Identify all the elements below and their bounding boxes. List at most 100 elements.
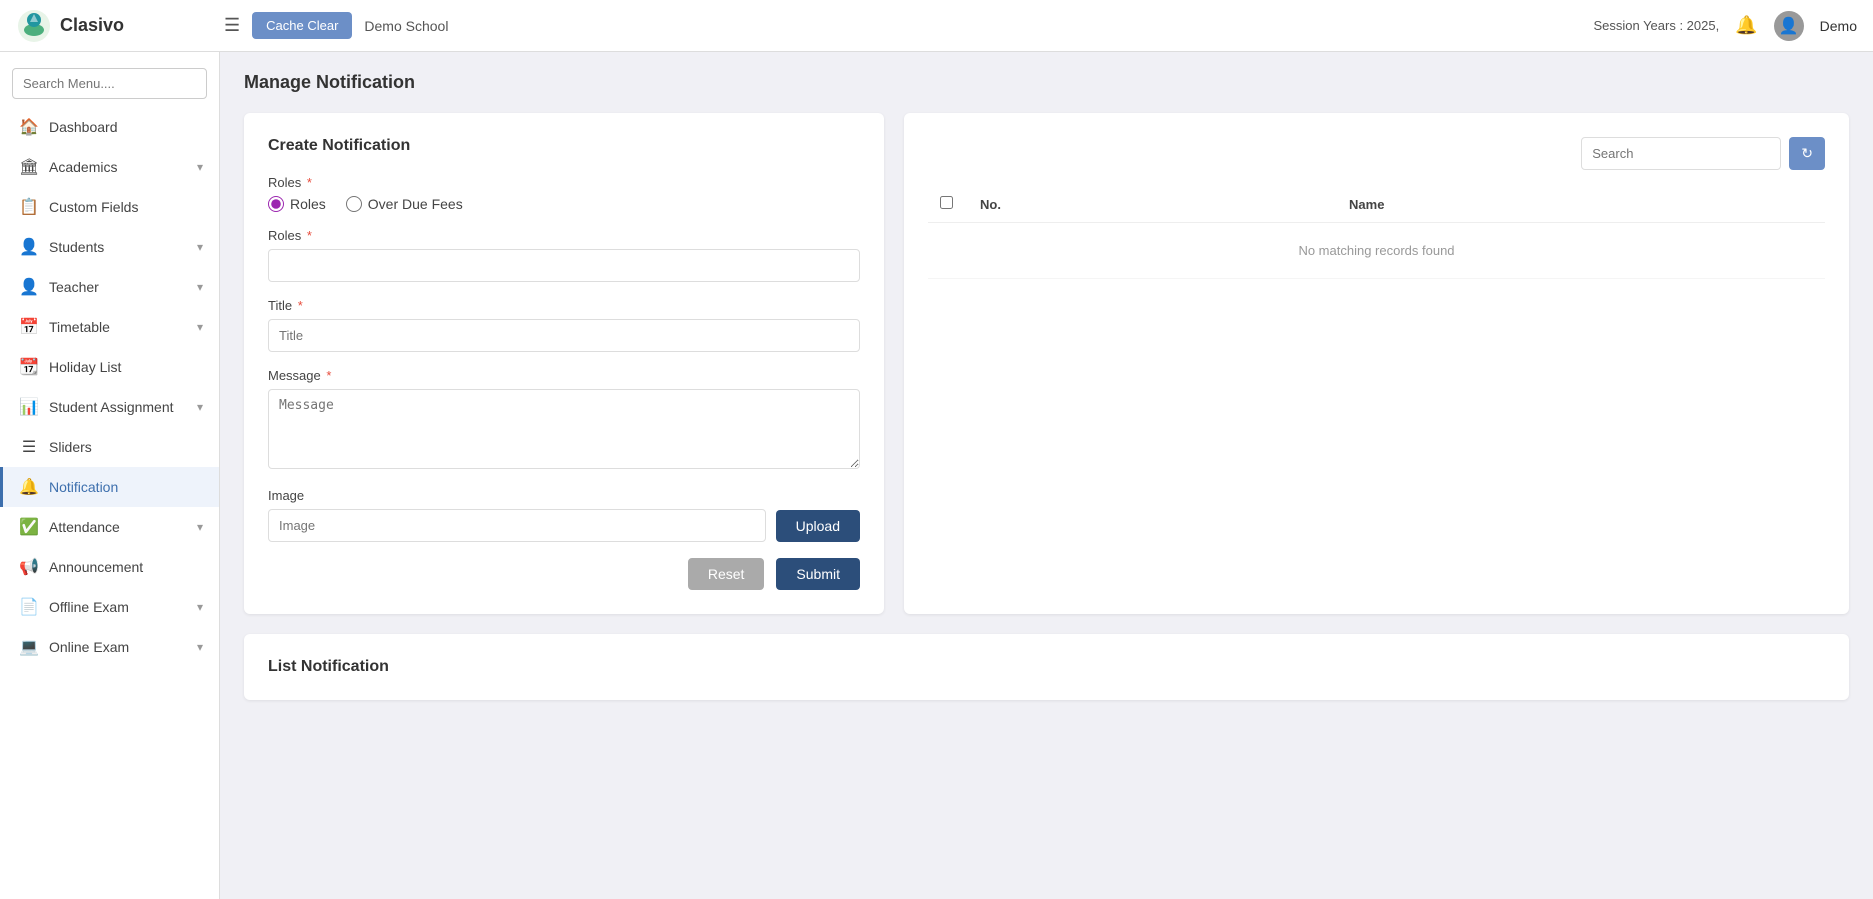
roles-input[interactable]: [268, 249, 860, 282]
radio-overdue-input[interactable]: [346, 196, 362, 212]
sidebar-item-attendance[interactable]: ✅ Attendance ▾: [0, 507, 219, 547]
table-checkbox-header: [928, 186, 968, 223]
panels-row: Create Notification Roles * Roles: [244, 113, 1849, 614]
chevron-down-icon: ▾: [197, 640, 203, 654]
chevron-down-icon: ▾: [197, 320, 203, 334]
radio-overdue-label: Over Due Fees: [368, 196, 463, 212]
chevron-down-icon: ▾: [197, 600, 203, 614]
sidebar-item-label: Sliders: [49, 439, 92, 455]
sidebar-item-teacher[interactable]: 👤 Teacher ▾: [0, 267, 219, 307]
radio-roles-input[interactable]: [268, 196, 284, 212]
sidebar-item-label: Teacher: [49, 279, 99, 295]
create-notification-title: Create Notification: [268, 137, 860, 155]
sidebar-item-online-exam[interactable]: 💻 Online Exam ▾: [0, 627, 219, 667]
table-header: No. Name: [928, 186, 1825, 223]
sidebar-item-label: Timetable: [49, 319, 110, 335]
refresh-button[interactable]: ↻: [1789, 137, 1825, 170]
sidebar-item-label: Attendance: [49, 519, 120, 535]
hamburger-icon[interactable]: ☰: [224, 15, 240, 36]
search-menu-input[interactable]: [12, 68, 207, 99]
logo-text: Clasivo: [60, 15, 124, 36]
roles-radio-group: Roles * Roles Over Due Fees: [268, 175, 860, 212]
sidebar-item-announcement[interactable]: 📢 Announcement: [0, 547, 219, 587]
user-avatar[interactable]: 👤: [1774, 11, 1804, 41]
reset-button[interactable]: Reset: [688, 558, 765, 590]
sidebar-item-students[interactable]: 👤 Students ▾: [0, 227, 219, 267]
holiday-list-icon: 📆: [19, 357, 39, 377]
upload-button[interactable]: Upload: [776, 510, 860, 542]
layout: 🏠 Dashboard 🏛 Academics ▾ 📋 Custom Field…: [0, 52, 1873, 899]
image-field-group: Image Upload: [268, 488, 860, 542]
message-textarea[interactable]: [268, 389, 860, 469]
main-content: Manage Notification Create Notification …: [220, 52, 1873, 899]
sidebar-item-label: Notification: [49, 479, 118, 495]
sidebar-item-offline-exam[interactable]: 📄 Offline Exam ▾: [0, 587, 219, 627]
sidebar-item-timetable[interactable]: 📅 Timetable ▾: [0, 307, 219, 347]
title-field-group: Title *: [268, 298, 860, 352]
sidebar: 🏠 Dashboard 🏛 Academics ▾ 📋 Custom Field…: [0, 52, 220, 899]
table-col-no: No.: [968, 186, 1337, 223]
roles-radio-label: Roles *: [268, 175, 860, 190]
sidebar-item-sliders[interactable]: ☰ Sliders: [0, 427, 219, 467]
page-title: Manage Notification: [244, 72, 1849, 93]
list-notification-title: List Notification: [268, 658, 1825, 676]
select-all-checkbox[interactable]: [940, 196, 953, 209]
attendance-icon: ✅: [19, 517, 39, 537]
required-indicator: *: [307, 228, 312, 243]
offline-exam-icon: 📄: [19, 597, 39, 617]
roles-field-label: Roles *: [268, 228, 860, 243]
sidebar-item-notification[interactable]: 🔔 Notification: [0, 467, 219, 507]
search-input[interactable]: [1581, 137, 1781, 170]
roles-radio-options: Roles Over Due Fees: [268, 196, 860, 212]
dashboard-icon: 🏠: [19, 117, 39, 137]
sidebar-item-holiday-list[interactable]: 📆 Holiday List: [0, 347, 219, 387]
chevron-down-icon: ▾: [197, 240, 203, 254]
navbar-right: Session Years : 2025, 🔔 👤 Demo: [1593, 11, 1857, 41]
sliders-icon: ☰: [19, 437, 39, 457]
chevron-down-icon: ▾: [197, 280, 203, 294]
image-label: Image: [268, 488, 860, 503]
image-row: Upload: [268, 509, 860, 542]
radio-roles-option[interactable]: Roles: [268, 196, 326, 212]
table-row: No matching records found: [928, 223, 1825, 279]
sidebar-item-student-assignment[interactable]: 📊 Student Assignment ▾: [0, 387, 219, 427]
table-col-name: Name: [1337, 186, 1825, 223]
title-input[interactable]: [268, 319, 860, 352]
chevron-down-icon: ▾: [197, 520, 203, 534]
sidebar-item-dashboard[interactable]: 🏠 Dashboard: [0, 107, 219, 147]
message-field-group: Message *: [268, 368, 860, 472]
sidebar-item-label: Online Exam: [49, 639, 129, 655]
sidebar-item-label: Student Assignment: [49, 399, 174, 415]
navbar: Clasivo ☰ Cache Clear Demo School Sessio…: [0, 0, 1873, 52]
sidebar-item-label: Announcement: [49, 559, 143, 575]
school-name: Demo School: [364, 18, 448, 34]
students-icon: 👤: [19, 237, 39, 257]
sidebar-item-label: Academics: [49, 159, 117, 175]
radio-roles-label: Roles: [290, 196, 326, 212]
title-label: Title *: [268, 298, 860, 313]
right-panel: ↻ No. Name: [904, 113, 1849, 614]
logo-icon: [16, 8, 52, 44]
cache-clear-button[interactable]: Cache Clear: [252, 12, 352, 39]
notification-icon[interactable]: 🔔: [1735, 15, 1757, 36]
timetable-icon: 📅: [19, 317, 39, 337]
announcement-icon: 📢: [19, 557, 39, 577]
sidebar-item-label: Dashboard: [49, 119, 118, 135]
image-input[interactable]: [268, 509, 766, 542]
submit-button[interactable]: Submit: [776, 558, 860, 590]
radio-overdue-option[interactable]: Over Due Fees: [346, 196, 463, 212]
custom-fields-icon: 📋: [19, 197, 39, 217]
sidebar-search-container: [0, 60, 219, 107]
chevron-down-icon: ▾: [197, 160, 203, 174]
sidebar-item-label: Holiday List: [49, 359, 121, 375]
sidebar-item-academics[interactable]: 🏛 Academics ▾: [0, 147, 219, 187]
required-indicator: *: [298, 298, 303, 313]
chevron-down-icon: ▾: [197, 400, 203, 414]
sidebar-item-custom-fields[interactable]: 📋 Custom Fields: [0, 187, 219, 227]
create-notification-panel: Create Notification Roles * Roles: [244, 113, 884, 614]
data-table: No. Name No matching records found: [928, 186, 1825, 279]
sidebar-item-label: Offline Exam: [49, 599, 129, 615]
username: Demo: [1820, 18, 1857, 34]
message-label: Message *: [268, 368, 860, 383]
student-assignment-icon: 📊: [19, 397, 39, 417]
